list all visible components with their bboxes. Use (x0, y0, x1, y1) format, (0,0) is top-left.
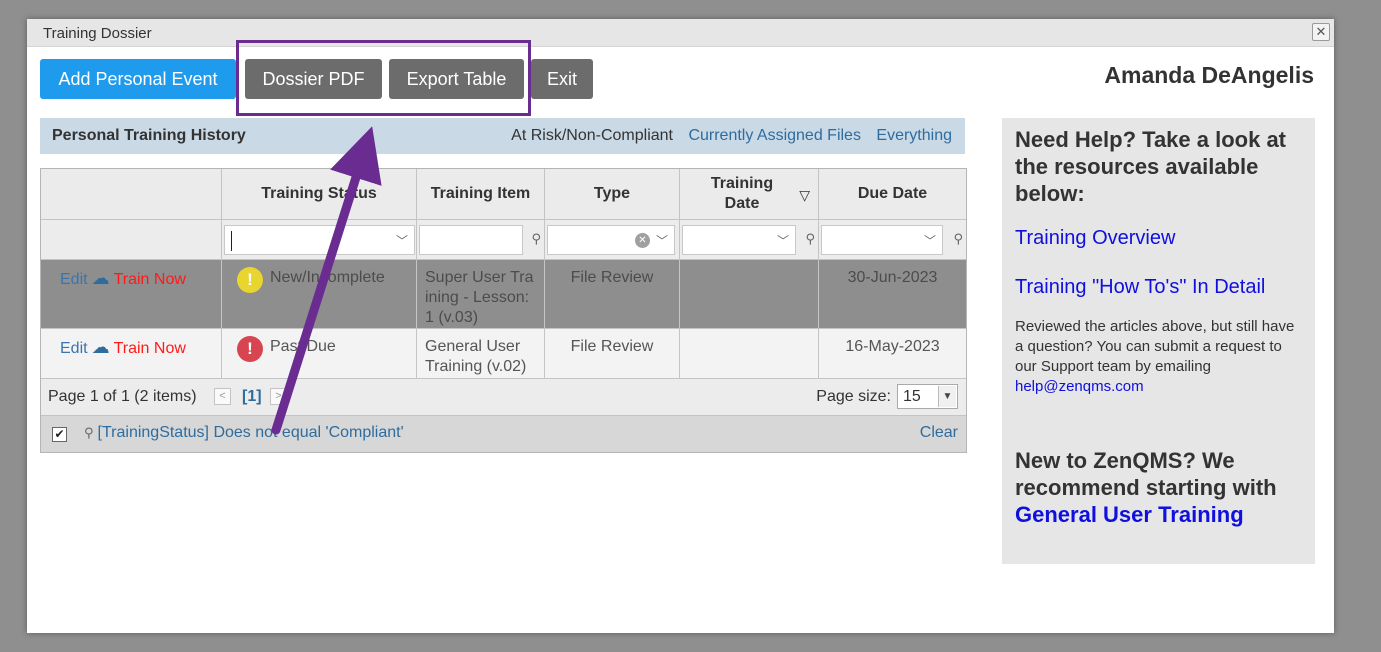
filter-cell-due-date: ﹀ ⚲ (819, 220, 966, 259)
filter-cell-status: ﹀ (222, 220, 417, 259)
training-date-cell (680, 329, 819, 378)
filter-pin-icon[interactable]: ⚲ (805, 231, 815, 247)
edit-link[interactable]: Edit (60, 340, 88, 357)
grid-header: Training Status Training Item Type Train… (41, 169, 966, 220)
filter-cell-actions (41, 220, 222, 259)
add-personal-event-button[interactable]: Add Personal Event (40, 59, 236, 99)
item-filter-input[interactable] (419, 225, 523, 255)
filter-pin-icon[interactable]: ⚲ (953, 231, 963, 247)
page-size-label: Page size: (816, 388, 891, 405)
next-page-icon[interactable]: > (270, 388, 287, 405)
type-cell: File Review (545, 329, 680, 378)
train-now-link[interactable]: Train Now (114, 340, 186, 357)
prev-page-icon[interactable]: < (214, 388, 231, 405)
filter-row: ﹀ ⚲ ✕ ﹀ ﹀ ⚲ ﹀ ⚲ (41, 220, 966, 260)
filter-cell-training-date: ﹀ ⚲ (680, 220, 819, 259)
warning-icon: ! (237, 267, 263, 293)
help-panel: Need Help? Take a look at the resources … (1002, 118, 1315, 564)
status-text: New/Incomplete (270, 269, 385, 286)
history-filter-links: At Risk/Non-Compliant Currently Assigned… (500, 127, 952, 145)
chevron-down-icon[interactable]: ﹀ (777, 232, 789, 249)
clear-filter-icon[interactable]: ✕ (635, 233, 650, 248)
page-size-select[interactable]: 15 ▼ (897, 384, 958, 409)
chevron-down-icon[interactable]: ﹀ (924, 232, 936, 249)
training-overview-link[interactable]: Training Overview (1015, 227, 1302, 250)
support-email-link[interactable]: help@zenqms.com (1015, 378, 1144, 395)
chevron-down-icon[interactable]: ﹀ (656, 232, 668, 249)
history-title: Personal Training History (52, 127, 246, 144)
filter-enabled-checkbox[interactable]: ✔ (52, 427, 67, 442)
link-at-risk[interactable]: At Risk/Non-Compliant (511, 127, 673, 144)
training-dossier-dialog: Training Dossier ✕ Add Personal Event Do… (27, 19, 1334, 633)
status-text: Past Due (270, 338, 336, 355)
due-date-cell: 16-May-2023 (845, 338, 940, 355)
due-date-cell: 30-Jun-2023 (847, 269, 938, 286)
training-date-cell (680, 260, 819, 328)
filter-cell-type: ✕ ﹀ (545, 220, 680, 259)
cloud-download-icon[interactable]: ☁ (92, 337, 110, 357)
item-cell: General User Training (v.02) (417, 329, 545, 378)
col-header-training-date-label: Training Date (710, 175, 774, 212)
table-row[interactable]: Edit ☁ Train Now ! New/Incomplete Super Us… (41, 260, 966, 329)
error-icon: ! (237, 336, 263, 362)
col-header-due-date[interactable]: Due Date (819, 169, 966, 219)
filter-pin-icon[interactable]: ⚲ (531, 231, 541, 247)
active-filter-bar: ✔ ⚲ [TrainingStatus] Does not equal 'Comp… (41, 416, 966, 452)
col-header-actions (41, 169, 222, 219)
filter-expression-text: [TrainingStatus] Does not equal 'Complia… (97, 424, 404, 441)
link-currently-assigned[interactable]: Currently Assigned Files (688, 127, 861, 144)
pager: Page 1 of 1 (2 items) < [1] > Page size:… (41, 379, 966, 416)
sort-descending-icon[interactable]: ▽ (799, 185, 810, 205)
cloud-download-icon[interactable]: ☁ (92, 268, 110, 288)
history-bar: Personal Training History At Risk/Non-Co… (40, 118, 965, 154)
chevron-down-icon[interactable]: ﹀ (396, 232, 408, 249)
training-how-tos-link[interactable]: Training "How To's" In Detail (1015, 276, 1302, 299)
type-filter-input[interactable]: ✕ ﹀ (547, 225, 675, 255)
due-date-filter-input[interactable]: ﹀ (821, 225, 943, 255)
dossier-pdf-button[interactable]: Dossier PDF (245, 59, 382, 99)
status-filter-input[interactable]: ﹀ (224, 225, 415, 255)
current-page[interactable]: [1] (242, 388, 262, 406)
edit-link[interactable]: Edit (60, 271, 88, 288)
training-date-filter-input[interactable]: ﹀ (682, 225, 796, 255)
row-actions: Edit ☁ Train Now (41, 260, 222, 328)
filter-expression[interactable]: ⚲ [TrainingStatus] Does not equal 'Compli… (84, 424, 404, 442)
page-size-value: 15 (903, 388, 921, 405)
help-note-text: Reviewed the articles above, but still h… (1015, 318, 1295, 375)
pager-summary: Page 1 of 1 (2 items) (48, 388, 197, 405)
train-now-link[interactable]: Train Now (114, 271, 186, 288)
training-grid: Training Status Training Item Type Train… (40, 168, 967, 453)
help-note: Reviewed the articles above, but still h… (1015, 317, 1302, 397)
filter-pin-icon: ⚲ (84, 425, 94, 440)
new-user-recommendation: New to ZenQMS? We recommend starting wit… (1015, 447, 1302, 528)
close-icon[interactable]: ✕ (1312, 23, 1330, 41)
filter-cell-item: ⚲ (417, 220, 545, 259)
link-everything[interactable]: Everything (876, 127, 952, 144)
dialog-titlebar: Training Dossier ✕ (27, 19, 1334, 47)
type-cell: File Review (545, 260, 680, 328)
row-actions: Edit ☁ Train Now (41, 329, 222, 378)
user-name: Amanda DeAngelis (1104, 62, 1314, 88)
export-table-button[interactable]: Export Table (389, 59, 524, 99)
chevron-down-icon[interactable]: ▼ (938, 386, 956, 407)
dialog-title: Training Dossier (43, 25, 152, 42)
general-user-training-link[interactable]: General User Training (1015, 502, 1244, 527)
help-heading: Need Help? Take a look at the resources … (1015, 127, 1287, 206)
new-user-text: New to ZenQMS? We recommend starting wit… (1015, 448, 1277, 500)
col-header-status[interactable]: Training Status (222, 169, 417, 219)
col-header-type[interactable]: Type (545, 169, 680, 219)
col-header-training-date[interactable]: Training Date ▽ (680, 169, 819, 219)
col-header-item[interactable]: Training Item (417, 169, 545, 219)
status-cell: ! New/Incomplete (222, 260, 417, 328)
item-cell: Super User Training - Lesson:1 (v.03) (417, 260, 545, 328)
text-cursor (231, 231, 232, 251)
exit-button[interactable]: Exit (531, 59, 593, 99)
clear-filter-link[interactable]: Clear (920, 424, 958, 442)
table-row[interactable]: Edit ☁ Train Now ! Past Due General User T… (41, 329, 966, 379)
status-cell: ! Past Due (222, 329, 417, 378)
